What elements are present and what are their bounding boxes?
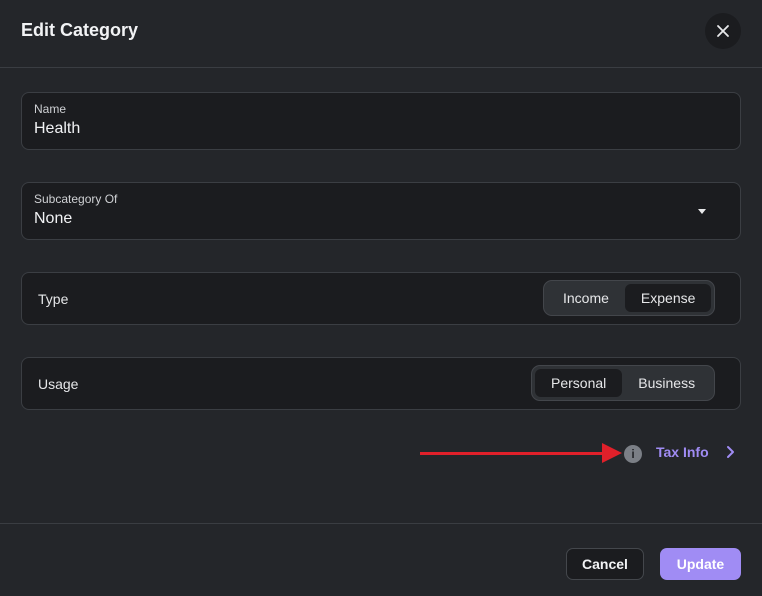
close-icon	[717, 25, 729, 37]
footer-divider	[0, 523, 762, 524]
usage-option-business[interactable]: Business	[622, 369, 711, 397]
usage-toggle[interactable]: Personal Business	[531, 365, 716, 401]
subcategory-value: None	[34, 210, 73, 227]
type-toggle[interactable]: Income Expense	[543, 280, 716, 316]
usage-label: Usage	[38, 376, 79, 392]
usage-option-personal[interactable]: Personal	[535, 369, 623, 397]
tax-info-link[interactable]: Tax Info	[656, 444, 737, 460]
caret-down-icon[interactable]	[698, 209, 706, 214]
subcategory-select[interactable]: Subcategory Of None	[21, 182, 741, 240]
name-field[interactable]: Name Health	[21, 92, 741, 150]
cancel-button[interactable]: Cancel	[566, 548, 644, 580]
name-field-value[interactable]: Health	[34, 120, 80, 138]
type-option-income[interactable]: Income	[547, 284, 625, 312]
type-label: Type	[38, 291, 69, 307]
info-icon[interactable]: i	[624, 445, 642, 463]
type-option-expense[interactable]: Expense	[624, 284, 712, 312]
tax-info-label: Tax Info	[656, 444, 709, 460]
dialog-title: Edit Category	[21, 20, 139, 40]
annotation-arrow-head	[602, 443, 622, 463]
type-row: Type Income Expense	[21, 272, 741, 325]
usage-row: Usage Personal Business	[21, 357, 741, 410]
dialog-header: Edit Category	[0, 0, 762, 68]
annotation-arrow-line	[420, 452, 606, 455]
close-button[interactable]	[705, 13, 741, 49]
name-field-label: Name	[34, 102, 67, 116]
update-button[interactable]: Update	[660, 548, 741, 580]
subcategory-label: Subcategory Of	[34, 192, 118, 206]
chevron-right-icon	[726, 446, 734, 458]
